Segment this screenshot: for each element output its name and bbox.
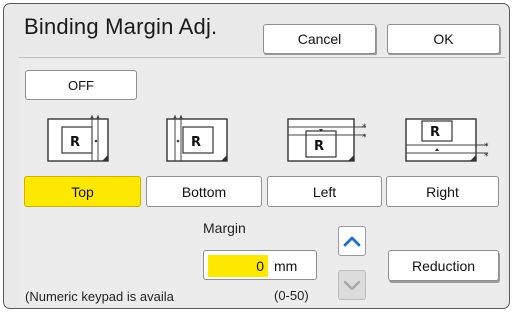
ok-button[interactable]: OK [387, 24, 500, 54]
margin-unit: mm [274, 258, 298, 274]
svg-text:*: * [484, 152, 489, 162]
off-button[interactable]: OFF [25, 70, 137, 100]
cancel-button[interactable]: Cancel [263, 24, 376, 54]
binding-top-icon[interactable]: R [40, 113, 122, 170]
margin-range: (0-50) [274, 288, 309, 303]
binding-right-icon[interactable]: R * * [400, 113, 500, 170]
margin-field[interactable]: 0 mm [203, 250, 317, 280]
dialog-title: Binding Margin Adj. [24, 14, 218, 39]
position-bottom-button[interactable]: Bottom [146, 176, 262, 207]
svg-text:R: R [430, 125, 440, 140]
position-left-button[interactable]: Left [267, 176, 382, 207]
reduction-button[interactable]: Reduction [388, 250, 499, 281]
binding-bottom-icon[interactable]: R [159, 113, 241, 170]
keypad-hint: (Numeric keypad is availa [25, 289, 174, 304]
svg-text:R: R [191, 135, 201, 150]
decrease-button[interactable] [338, 270, 366, 300]
chevron-up-icon [343, 236, 361, 247]
chevron-down-icon [343, 280, 361, 291]
divider [19, 57, 505, 58]
position-top-button[interactable]: Top [24, 176, 141, 207]
position-right-button[interactable]: Right [386, 176, 499, 207]
svg-text:*: * [362, 123, 367, 133]
svg-text:R: R [314, 139, 324, 154]
svg-text:*: * [484, 142, 489, 152]
binding-left-icon[interactable]: R * * [282, 113, 374, 170]
margin-value: 0 [256, 258, 264, 274]
svg-text:*: * [362, 133, 367, 143]
margin-label: Margin [203, 220, 246, 236]
svg-text:R: R [70, 135, 80, 150]
increase-button[interactable] [338, 226, 366, 256]
